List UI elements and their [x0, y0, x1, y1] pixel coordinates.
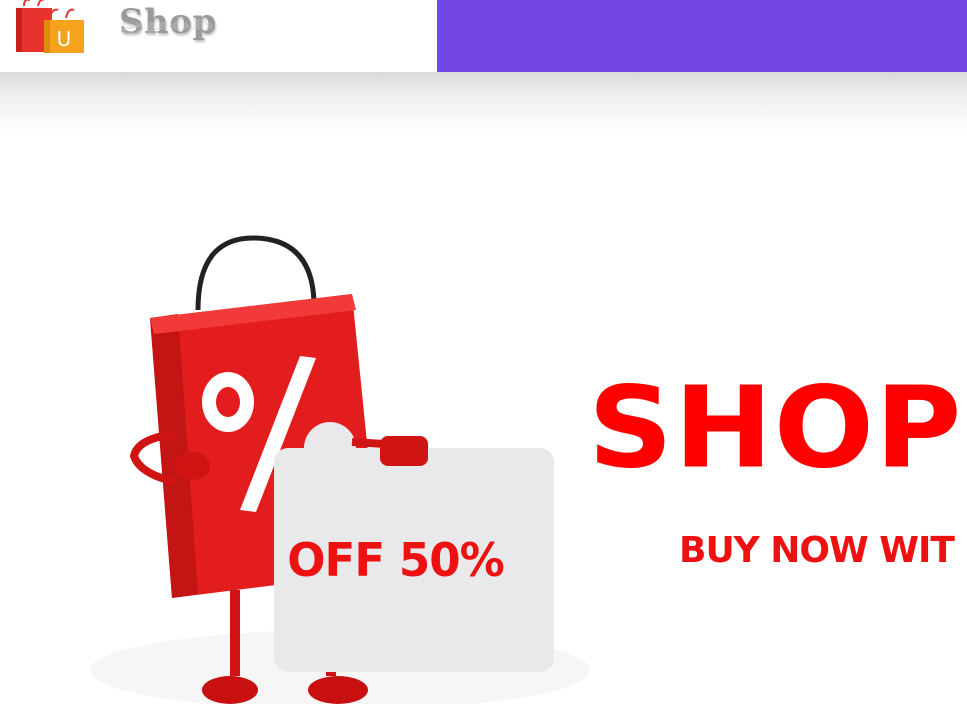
header-shadow [0, 72, 967, 136]
brand-name-reflection: Shop [119, 18, 215, 36]
logo-letter: U [57, 27, 72, 51]
shopping-bags-icon: U [16, 0, 84, 53]
site-header: U Shop Shop [0, 0, 967, 72]
hero-subline: BUY NOW WIT [679, 530, 955, 571]
hero-headline: SHOP [588, 362, 963, 494]
logo-link[interactable]: U [14, 0, 86, 56]
header-nav-band [437, 0, 967, 72]
sale-bag-mascot-image [90, 235, 590, 704]
sign-discount-text: OFF 50% [287, 533, 505, 587]
